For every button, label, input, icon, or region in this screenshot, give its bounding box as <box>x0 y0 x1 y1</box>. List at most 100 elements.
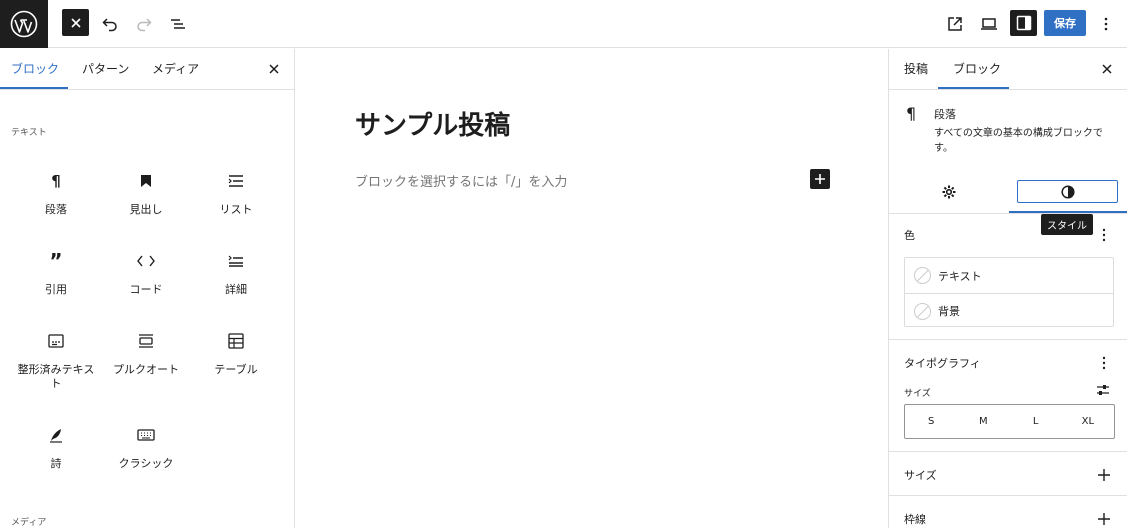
block-card: ¶ 段落 すべての文章の基本の構成ブロックです。 <box>889 90 1127 214</box>
block-heading[interactable]: 見出し <box>106 171 186 217</box>
more-vertical-icon <box>1104 17 1108 31</box>
undo-button[interactable] <box>96 10 124 38</box>
background-color-label: 背景 <box>938 305 960 318</box>
plus-icon <box>1098 469 1110 481</box>
border-section-title: 枠線 <box>904 513 926 526</box>
more-vertical-icon <box>1102 356 1106 370</box>
block-inserter-panel: ブロック パターン メディア テキスト ¶ 段落 見出し リスト ” 引用 コー… <box>0 49 295 528</box>
redo-icon <box>137 18 152 32</box>
tab-patterns[interactable]: パターン <box>82 49 129 90</box>
editor-canvas: サンプル投稿 ブロックを選択するには「/」を入力 <box>296 49 888 528</box>
paragraph-icon: ¶ <box>906 104 917 123</box>
color-options-button[interactable] <box>1097 227 1111 243</box>
size-option-s[interactable]: S <box>905 405 957 438</box>
gear-icon <box>942 185 956 199</box>
settings-sidebar: 投稿 ブロック ¶ 段落 すべての文章の基本の構成ブロックです。 スタイル 色 <box>888 49 1127 528</box>
inserter-tabs: ブロック パターン メディア <box>0 49 294 90</box>
bookmark-icon <box>141 175 151 187</box>
list-icon <box>228 175 243 187</box>
section-divider <box>889 451 1127 452</box>
styles-tooltip: スタイル <box>1041 214 1093 235</box>
close-settings-button[interactable] <box>1099 61 1115 77</box>
pullquote-icon <box>139 334 153 348</box>
view-post-button[interactable] <box>941 10 969 38</box>
post-title[interactable]: サンプル投稿 <box>355 105 510 142</box>
block-pullquote[interactable]: プルクオート <box>106 331 186 377</box>
empty-swatch-icon <box>914 302 931 320</box>
add-border-button[interactable] <box>1097 511 1111 525</box>
undo-icon <box>102 18 117 32</box>
wordpress-icon <box>10 10 38 38</box>
external-link-icon <box>948 17 962 31</box>
block-quote[interactable]: ” 引用 <box>16 251 96 297</box>
close-icon <box>1102 64 1112 74</box>
settings-sidebar-toggle[interactable] <box>1010 10 1037 36</box>
paragraph-icon: ¶ <box>51 172 61 190</box>
active-subtab-indicator <box>1009 211 1127 213</box>
category-label-media: メディア <box>11 518 47 528</box>
font-size-picker: S M L XL <box>904 404 1115 439</box>
settings-subtab[interactable] <box>939 182 959 202</box>
editor-toolbar: 保存 <box>0 0 1127 48</box>
block-description: すべての文章の基本の構成ブロックです。 <box>934 128 1103 154</box>
sidebar-icon <box>1016 15 1031 31</box>
tab-media[interactable]: メディア <box>152 49 199 90</box>
tab-block[interactable]: ブロック <box>953 49 1001 89</box>
color-settings-list: テキスト 背景 <box>904 257 1114 327</box>
size-option-m[interactable]: M <box>957 405 1009 438</box>
block-preformatted[interactable]: 整形済みテキスト <box>16 331 96 391</box>
font-size-label: サイズ <box>904 389 931 399</box>
typography-options-button[interactable] <box>1097 355 1111 371</box>
close-inserter-panel-button[interactable] <box>266 61 282 77</box>
desktop-icon <box>981 18 997 30</box>
half-circle-icon <box>1060 184 1075 199</box>
tab-blocks[interactable]: ブロック <box>11 49 59 90</box>
block-details[interactable]: 詳細 <box>196 251 276 297</box>
close-inserter-button[interactable] <box>62 9 89 36</box>
plus-icon <box>1098 513 1110 525</box>
preformatted-icon <box>48 334 64 348</box>
keyboard-icon <box>137 429 155 441</box>
settings-sliders-icon <box>1097 385 1109 395</box>
category-label-text: テキスト <box>11 128 47 138</box>
list-view-icon <box>171 19 185 29</box>
color-section-title: 色 <box>904 229 915 242</box>
preview-device-button[interactable] <box>975 10 1003 38</box>
document-overview-button[interactable] <box>164 10 192 38</box>
details-icon <box>228 255 243 267</box>
typography-section-title: タイポグラフィ <box>904 357 981 370</box>
block-classic[interactable]: クラシック <box>106 425 186 471</box>
block-table[interactable]: テーブル <box>196 331 276 377</box>
text-color-label: テキスト <box>938 269 982 283</box>
redo-button[interactable] <box>130 10 158 38</box>
text-color-item[interactable]: テキスト <box>905 258 1113 293</box>
empty-block-placeholder[interactable]: ブロックを選択するには「/」を入力 <box>355 171 567 190</box>
background-color-item[interactable]: 背景 <box>905 293 1113 328</box>
size-option-l[interactable]: L <box>1010 405 1062 438</box>
custom-size-button[interactable] <box>1096 382 1110 398</box>
block-code[interactable]: コード <box>106 251 186 297</box>
block-name: 段落 <box>934 108 956 121</box>
block-verse[interactable]: 詩 <box>16 425 96 471</box>
quote-icon: ” <box>49 249 63 273</box>
section-divider <box>889 495 1127 496</box>
styles-subtab[interactable] <box>1017 180 1118 203</box>
close-icon <box>70 17 81 28</box>
code-icon <box>137 255 155 267</box>
plus-icon <box>815 174 825 184</box>
dimensions-section-title: サイズ <box>904 469 937 482</box>
active-tab-indicator <box>938 87 1009 89</box>
size-option-xl[interactable]: XL <box>1062 405 1114 438</box>
add-dimensions-button[interactable] <box>1097 467 1111 481</box>
close-icon <box>269 64 279 74</box>
add-block-button[interactable] <box>810 169 830 189</box>
block-list[interactable]: リスト <box>196 171 276 217</box>
empty-swatch-icon <box>914 267 931 284</box>
more-vertical-icon <box>1102 228 1106 242</box>
options-menu-button[interactable] <box>1092 10 1120 38</box>
wordpress-logo-button[interactable] <box>0 0 48 48</box>
verse-icon <box>50 429 62 443</box>
save-button[interactable]: 保存 <box>1044 10 1086 36</box>
block-paragraph[interactable]: ¶ 段落 <box>16 171 96 217</box>
tab-post[interactable]: 投稿 <box>904 49 928 89</box>
